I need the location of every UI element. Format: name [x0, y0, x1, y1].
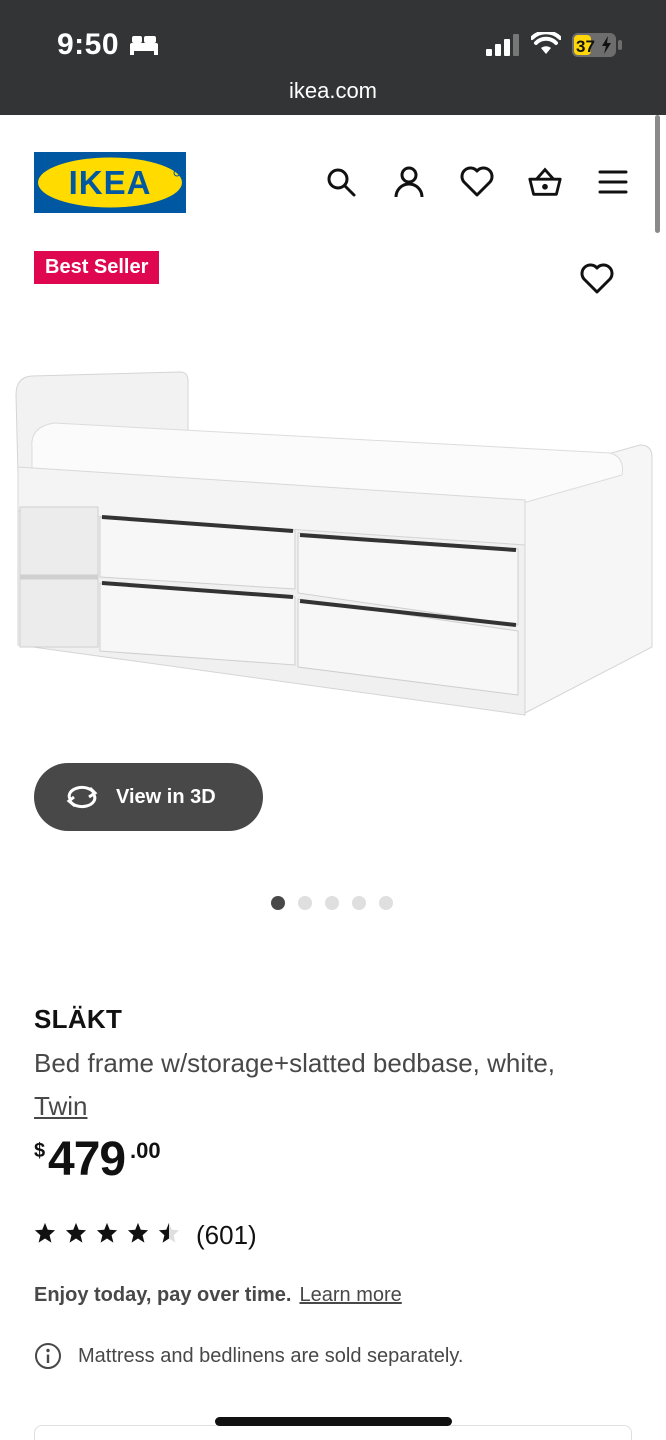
- financing-text: Enjoy today, pay over time.: [34, 1284, 292, 1306]
- gallery-dot[interactable]: [325, 896, 339, 910]
- add-to-favourites-button[interactable]: [578, 260, 616, 298]
- star-full-icon: [34, 1222, 56, 1243]
- menu-icon[interactable]: [595, 164, 631, 200]
- browser-top-bar: 9:50 37 ikea.com: [0, 0, 666, 115]
- wifi-icon: [530, 30, 562, 61]
- product-name: SLÄKT: [34, 1004, 123, 1034]
- product-image[interactable]: [10, 365, 656, 725]
- logo-text: IKEA: [69, 164, 152, 201]
- learn-more-link[interactable]: Learn more: [299, 1284, 401, 1307]
- next-section-card: [34, 1425, 632, 1440]
- gallery-dot[interactable]: [379, 896, 393, 910]
- url-bar[interactable]: ikea.com: [0, 78, 666, 104]
- star-full-icon: [65, 1222, 87, 1243]
- info-icon: [35, 1343, 61, 1369]
- gallery-dot[interactable]: [298, 896, 312, 910]
- gallery-dot[interactable]: [271, 896, 285, 910]
- view-in-3d-label: View in 3D: [116, 785, 216, 808]
- sleep-focus-icon: [129, 34, 159, 61]
- mattress-notice: Mattress and bedlinens are sold separate…: [34, 1342, 463, 1370]
- heart-icon[interactable]: [459, 164, 495, 200]
- gallery-dot[interactable]: [352, 896, 366, 910]
- best-seller-badge: Best Seller: [34, 251, 160, 284]
- rating-stars[interactable]: [34, 1222, 180, 1244]
- price-integer: 479: [48, 1133, 126, 1186]
- heart-icon: [580, 263, 614, 294]
- battery-percent: 37: [576, 37, 595, 56]
- rotate-3d-icon: [66, 785, 98, 809]
- star-full-icon: [127, 1222, 149, 1243]
- ikea-logo[interactable]: IKEA: [34, 152, 186, 213]
- star-full-icon: [96, 1222, 118, 1243]
- product-description: Bed frame w/storage+slatted bedbase, whi…: [34, 1042, 634, 1128]
- page-scrollbar[interactable]: [655, 115, 660, 233]
- basket-icon[interactable]: [527, 164, 563, 200]
- search-icon[interactable]: [323, 164, 359, 200]
- review-count[interactable]: (601): [196, 1220, 257, 1251]
- star-half-icon: [158, 1222, 180, 1243]
- cellular-signal-icon: [486, 34, 520, 61]
- home-indicator[interactable]: [215, 1417, 452, 1426]
- price-currency: $: [34, 1140, 46, 1162]
- financing-row: Enjoy today, pay over time. Learn more: [34, 1284, 402, 1307]
- notice-text: Mattress and bedlinens are sold separate…: [78, 1344, 464, 1367]
- gallery-pagination: [271, 896, 393, 910]
- view-in-3d-button[interactable]: View in 3D: [34, 763, 263, 831]
- product-size-link[interactable]: Twin: [34, 1091, 87, 1121]
- account-icon[interactable]: [391, 164, 427, 200]
- price-decimal: .00: [130, 1138, 161, 1163]
- product-description-text: Bed frame w/storage+slatted bedbase, whi…: [34, 1048, 556, 1078]
- status-time: 9:50: [57, 28, 120, 61]
- battery-icon: 37: [571, 32, 623, 63]
